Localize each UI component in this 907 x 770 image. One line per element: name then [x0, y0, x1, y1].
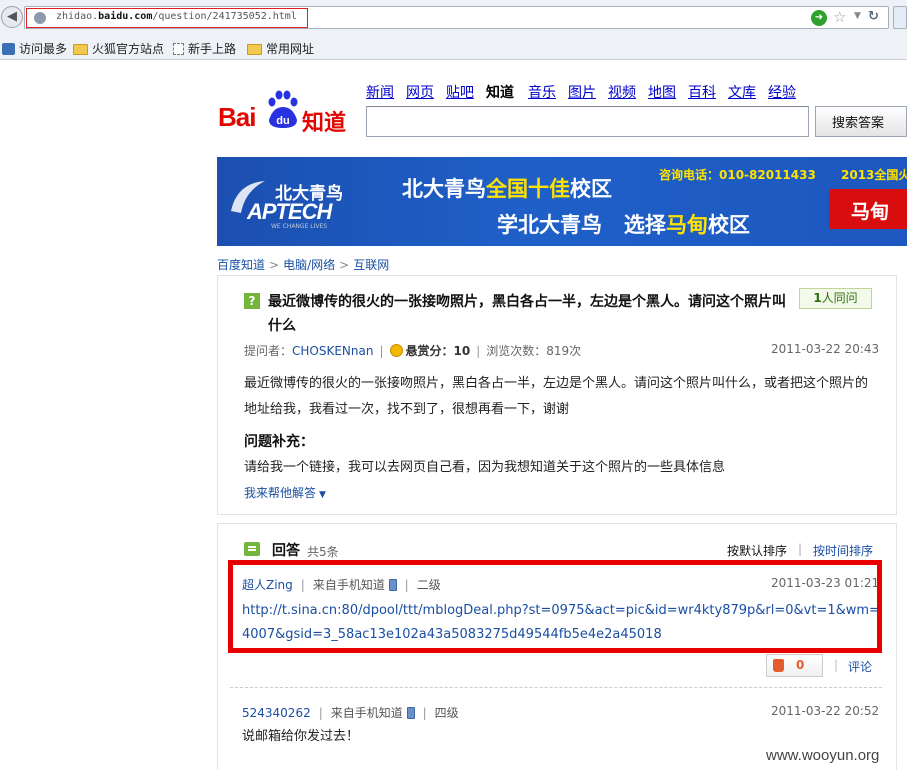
baidu-zhidao-logo[interactable]: Bai du 知道 [218, 90, 358, 136]
answers-count: 共5条 [307, 545, 339, 559]
folder-icon [73, 44, 88, 55]
supplement-title: 问题补充： [244, 434, 314, 450]
nav-map[interactable]: 地图 [648, 82, 676, 102]
asker-label: 提问者： [244, 344, 293, 358]
chevron-right-icon: > [269, 258, 280, 272]
answer-highlight-box [228, 560, 882, 653]
question-meta: 提问者：CHOSKENnan | 悬赏分：10 | 浏览次数：819次 [244, 344, 582, 358]
logo-bai: Bai [218, 102, 256, 132]
chevron-right-icon: > [339, 258, 350, 272]
answer-2-meta: 524340262 | 来自手机知道 | 四级 [242, 706, 459, 720]
banner-phone: 咨询电话：010-82011433 [659, 168, 816, 182]
sort-separator: | [798, 542, 803, 556]
nav-zhidao[interactable]: 知道 [486, 82, 514, 102]
back-button[interactable]: ◀ [1, 6, 23, 28]
go-arrow-icon[interactable]: ➜ [811, 10, 827, 26]
question-body: 最近微博传的很火的一张接吻照片，黑白各占一半，左边是个黑人。请问这个照片叫什么，… [244, 376, 869, 417]
nav-news[interactable]: 新闻 [366, 82, 394, 102]
bookmark-getting-started[interactable]: 新手上路 [173, 40, 236, 57]
answer-2-user[interactable]: 524340262 [242, 706, 311, 720]
supplement-body: 请给我一个链接，我可以去网页自己看，因为我想知道关于这个照片的一些具体信息 [244, 460, 726, 475]
nav-jingyan[interactable]: 经验 [768, 82, 796, 102]
browser-chrome: ◀ zhidao.baidu.com/question/241735052.ht… [0, 0, 907, 60]
nav-baike[interactable]: 百科 [688, 82, 716, 102]
answer-2-source: 来自手机知道 [330, 706, 403, 720]
breadcrumb: 百度知道 > 电脑/网络 > 互联网 [217, 256, 389, 273]
banner-tag: 马甸 [829, 189, 907, 229]
search-answers-button[interactable]: 搜索答案 [815, 106, 907, 137]
baidu-paw-icon: du [268, 90, 298, 128]
answers-title: 回答 [272, 543, 300, 559]
question-title: 最近微博传的很火的一张接吻照片，黑白各占一半，左边是个黑人。请问这个照片叫什么 [268, 294, 786, 334]
ad-banner[interactable]: 北大青鸟 APTECH WE CHANGE LIVES 北大青鸟全国十佳校区 学… [217, 157, 907, 246]
question-mark-icon: ? [244, 293, 260, 309]
page-icon [173, 43, 184, 55]
bookmark-common-sites[interactable]: 常用网址 [247, 40, 314, 57]
like-button[interactable]: 0 [766, 654, 823, 677]
comment-separator: | [834, 658, 839, 672]
answer-bubble-icon [244, 542, 260, 556]
folder-icon [247, 44, 262, 55]
like-count: 0 [796, 658, 805, 672]
asker-link[interactable]: CHOSKENnan [292, 344, 373, 358]
banner-logo-small: WE CHANGE LIVES [271, 223, 328, 230]
sort-time-tab[interactable]: 按时间排序 [813, 542, 873, 559]
reload-icon[interactable]: ↻ [868, 9, 879, 24]
bookmark-star-icon[interactable]: ☆ [833, 8, 846, 26]
reward-points: 悬赏分：10 [405, 344, 471, 358]
answer-2-text: 说邮箱给你发过去！ [242, 729, 360, 744]
bookmarks-bar: 访问最多 火狐官方站点 新手上路 常用网址 [0, 37, 907, 59]
question-box: ? 最近微博传的很火的一张接吻照片，黑白各占一半，左边是个黑人。请问这个照片叫什… [217, 275, 897, 515]
logo-du: du [276, 115, 289, 127]
banner-logo-bottom: APTECH [247, 199, 332, 224]
answer-2-level: 四级 [434, 706, 459, 720]
question-time: 2011-03-22 20:43 [771, 342, 880, 356]
nav-web[interactable]: 网页 [406, 82, 434, 102]
same-question-button[interactable]: 1人同问 [799, 288, 872, 309]
breadcrumb-zhidao[interactable]: 百度知道 [217, 258, 265, 272]
search-input[interactable] [366, 106, 809, 137]
nav-images[interactable]: 图片 [568, 82, 596, 102]
breadcrumb-internet[interactable]: 互联网 [353, 258, 389, 272]
caret-down-icon: ▼ [319, 490, 326, 500]
nav-tieba[interactable]: 贴吧 [446, 82, 474, 102]
globe-icon [34, 12, 46, 24]
banner-line2: 学北大青鸟 选择马甸校区 [497, 213, 750, 237]
help-answer-link[interactable]: 我来帮他解答 ▼ [244, 484, 326, 501]
banner-line1: 北大青鸟全国十佳校区 [402, 177, 612, 201]
answer-2-time: 2011-03-22 20:52 [771, 704, 880, 718]
answer-divider [230, 687, 882, 688]
coin-icon [389, 344, 403, 357]
nav-music[interactable]: 音乐 [528, 82, 556, 102]
banner-year: 2013全国火 [841, 168, 907, 182]
thumbs-up-icon [773, 659, 784, 672]
watermark: www.wooyun.org [766, 747, 880, 764]
url-text[interactable]: zhidao.baidu.com/question/241735052.html [56, 11, 297, 22]
url-dropdown-icon[interactable]: ▼ [854, 11, 861, 21]
bookmark-most-visited[interactable]: 访问最多 [2, 40, 67, 57]
view-count: 浏览次数：819次 [486, 344, 582, 358]
comment-link[interactable]: 评论 [848, 658, 872, 675]
most-visited-icon [2, 43, 15, 55]
breadcrumb-computer-network[interactable]: 电脑/网络 [283, 258, 335, 272]
toolbar-edge-button[interactable] [893, 6, 907, 29]
nav-video[interactable]: 视频 [608, 82, 636, 102]
mobile-phone-icon [406, 707, 415, 719]
address-bar[interactable]: zhidao.baidu.com/question/241735052.html… [24, 6, 889, 29]
sort-default-tab[interactable]: 按默认排序 [727, 542, 787, 559]
bookmark-firefox-site[interactable]: 火狐官方站点 [73, 40, 164, 57]
nav-wenku[interactable]: 文库 [728, 82, 756, 102]
logo-zhidao: 知道 [302, 111, 347, 136]
aptech-logo: 北大青鸟 APTECH WE CHANGE LIVES [227, 171, 367, 231]
